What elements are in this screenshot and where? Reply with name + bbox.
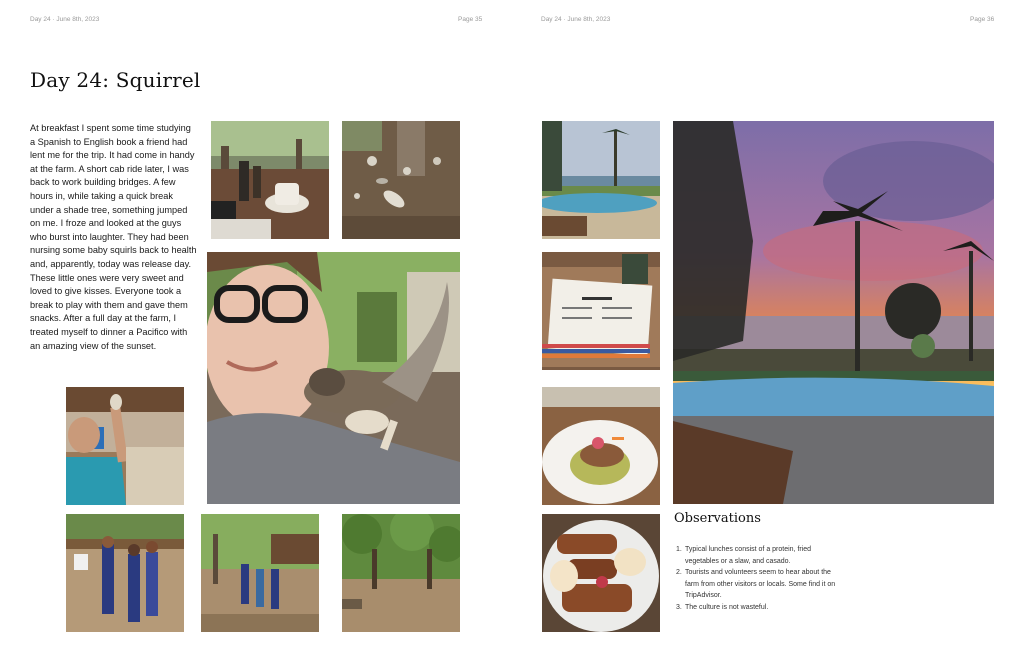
photo-volunteers-group: [66, 514, 184, 632]
observation-text: Tourists and volunteers seem to hear abo…: [685, 569, 836, 600]
observation-text: The culture is not wasteful.: [685, 603, 769, 611]
photo-dessert: [542, 514, 660, 632]
observation-number: 3.: [676, 603, 682, 611]
photo-pool-palms: [542, 121, 660, 239]
right-page-number: Page 36: [970, 16, 995, 23]
photo-squirrel-ground: [342, 121, 460, 239]
photo-plated-dish: [542, 387, 660, 505]
photo-man-with-bird: [66, 387, 184, 505]
photo-farm-clearing: [201, 514, 319, 632]
observation-number: 2.: [676, 569, 682, 577]
observation-item: 1. Typical lunches consist of a protein, …: [676, 544, 836, 567]
photo-restaurant-menu: [542, 252, 660, 370]
observations-heading: Observations: [674, 511, 761, 526]
observation-item: 3. The culture is not wasteful.: [676, 602, 836, 614]
photo-breakfast-table: [211, 121, 329, 239]
left-page-header-date: Day 24 · June 8th, 2023: [30, 16, 100, 23]
page-title: Day 24: Squirrel: [30, 68, 201, 92]
observation-text: Typical lunches consist of a protein, fr…: [685, 546, 812, 565]
photo-jungle-path: [342, 514, 460, 632]
right-page-header-date: Day 24 · June 8th, 2023: [541, 16, 611, 23]
observations-list: 1. Typical lunches consist of a protein, …: [676, 544, 836, 614]
observation-number: 1.: [676, 546, 682, 553]
left-page-number: Page 35: [458, 16, 483, 23]
photo-sunset-pool: [673, 121, 994, 504]
journal-body-text: At breakfast I spent some time studying …: [30, 123, 197, 351]
photo-selfie-with-squirrel: [207, 252, 460, 504]
observation-item: 2. Tourists and volunteers seem to hear a…: [676, 567, 836, 602]
